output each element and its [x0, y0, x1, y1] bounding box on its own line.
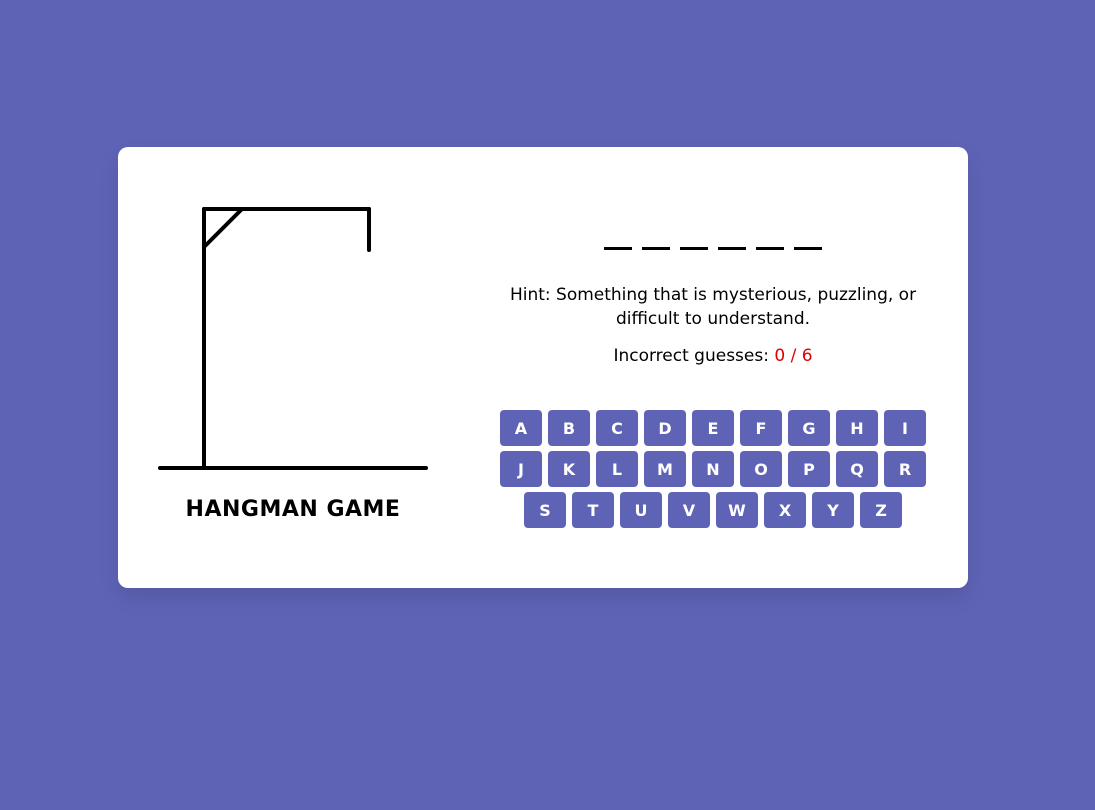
letter-slot [794, 227, 822, 250]
key-i-button[interactable]: I [884, 410, 926, 446]
key-n-button[interactable]: N [692, 451, 734, 487]
key-q-button[interactable]: Q [836, 451, 878, 487]
key-w-button[interactable]: W [716, 492, 758, 528]
key-p-button[interactable]: P [788, 451, 830, 487]
key-s-button[interactable]: S [524, 492, 566, 528]
game-title: HANGMAN GAME [185, 497, 401, 522]
hint-text: Something that is mysterious, puzzling, … [556, 285, 917, 329]
game-card: HANGMAN GAME Hint: Something that is mys… [118, 147, 968, 588]
letter-slot [756, 227, 784, 250]
letter-slot [718, 227, 746, 250]
key-v-button[interactable]: V [668, 492, 710, 528]
keyboard-row: ABCDEFGHI [498, 410, 928, 446]
key-f-button[interactable]: F [740, 410, 782, 446]
key-a-button[interactable]: A [500, 410, 542, 446]
key-o-button[interactable]: O [740, 451, 782, 487]
gallows-icon [158, 207, 428, 470]
key-b-button[interactable]: B [548, 410, 590, 446]
gallows-support [202, 207, 244, 249]
key-t-button[interactable]: T [572, 492, 614, 528]
letter-slot [604, 227, 632, 250]
key-j-button[interactable]: J [500, 451, 542, 487]
letter-slot [642, 227, 670, 250]
keyboard-row: STUVWXYZ [498, 492, 928, 528]
key-c-button[interactable]: C [596, 410, 638, 446]
key-m-button[interactable]: M [644, 451, 686, 487]
key-x-button[interactable]: X [764, 492, 806, 528]
hangman-panel: HANGMAN GAME [118, 147, 478, 588]
guesses-count: 0 / 6 [774, 346, 813, 366]
hint: Hint: Something that is mysterious, puzz… [498, 283, 928, 331]
key-y-button[interactable]: Y [812, 492, 854, 528]
key-l-button[interactable]: L [596, 451, 638, 487]
incorrect-guesses: Incorrect guesses: 0 / 6 [498, 346, 928, 366]
key-g-button[interactable]: G [788, 410, 830, 446]
game-panel: Hint: Something that is mysterious, puzz… [498, 147, 928, 588]
guesses-label: Incorrect guesses: [613, 346, 769, 366]
key-h-button[interactable]: H [836, 410, 878, 446]
key-k-button[interactable]: K [548, 451, 590, 487]
keyboard: ABCDEFGHI JKLMNOPQR STUVWXYZ [498, 410, 928, 533]
keyboard-row: JKLMNOPQR [498, 451, 928, 487]
key-e-button[interactable]: E [692, 410, 734, 446]
letter-slot [680, 227, 708, 250]
key-u-button[interactable]: U [620, 492, 662, 528]
key-d-button[interactable]: D [644, 410, 686, 446]
word-display [498, 227, 928, 250]
hint-label: Hint: [509, 285, 551, 305]
key-z-button[interactable]: Z [860, 492, 902, 528]
key-r-button[interactable]: R [884, 451, 926, 487]
